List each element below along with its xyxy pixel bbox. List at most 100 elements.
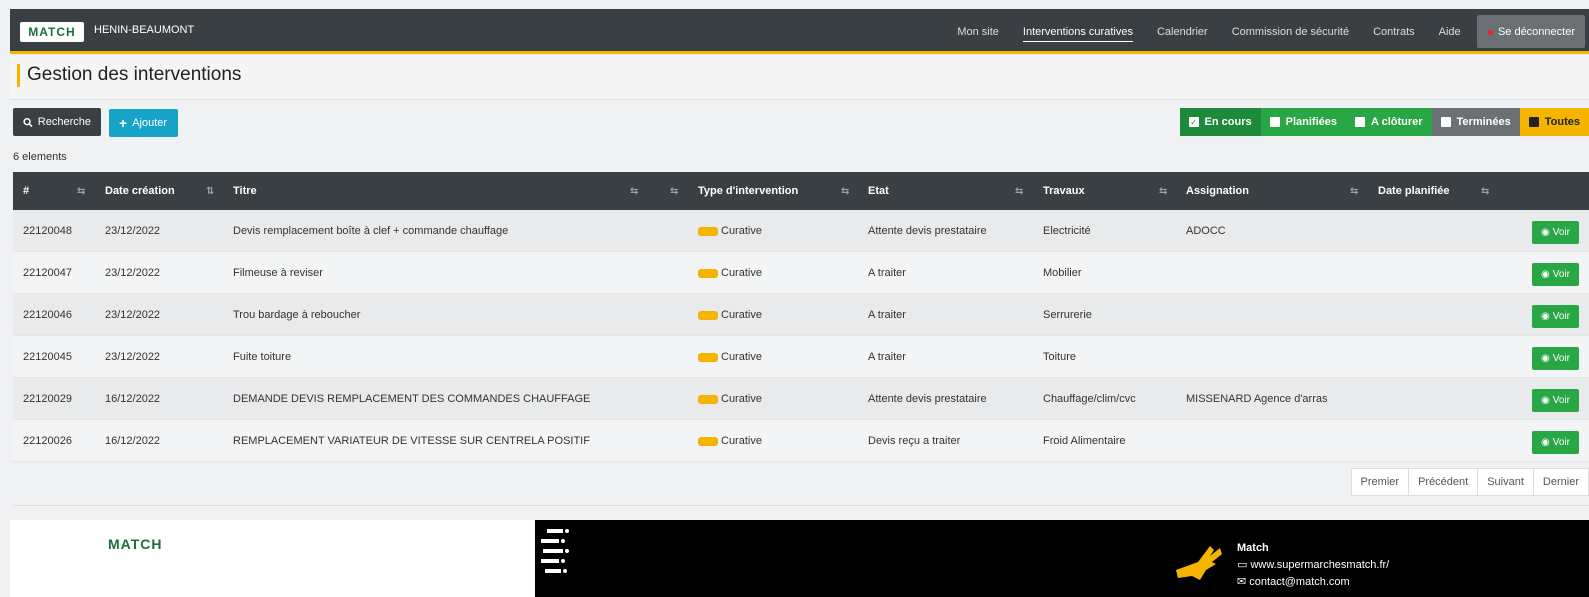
table-row[interactable]: 22120048 23/12/2022 Devis remplacement b…	[13, 210, 1589, 252]
view-button[interactable]: ◉ Voir	[1532, 389, 1579, 412]
cell-state: Attente devis prestataire	[868, 225, 987, 237]
page-title: Gestion des interventions	[27, 64, 242, 85]
cell-title: DEMANDE DEVIS REMPLACEMENT DES COMMANDES…	[233, 393, 591, 405]
envelope-icon: ✉	[1237, 576, 1250, 588]
type-label: Curative	[721, 351, 762, 363]
page-header: Gestion des interventions	[10, 56, 1589, 100]
page-first[interactable]: Premier	[1352, 469, 1409, 495]
filter-planifiees[interactable]: Planifiées	[1260, 108, 1346, 136]
view-button[interactable]: ◉ Voir	[1532, 431, 1579, 454]
cell-state: A traiter	[868, 309, 906, 321]
sort-icon[interactable]: ⇆	[630, 172, 638, 210]
plus-icon: +	[119, 115, 128, 131]
sort-desc-icon[interactable]: ⇅	[206, 172, 214, 210]
sort-icon[interactable]: ⇆	[77, 172, 85, 210]
checkbox-icon	[1440, 117, 1451, 127]
sort-icon[interactable]: ⇆	[670, 172, 678, 210]
sort-icon[interactable]: ⇆	[841, 172, 849, 210]
col-titre[interactable]: Titre	[233, 172, 257, 210]
cell-type: Curative	[698, 294, 762, 336]
cell-type: Curative	[698, 252, 762, 294]
eye-icon: ◉	[1541, 437, 1550, 448]
view-label: Voir	[1552, 437, 1570, 448]
col-assignation[interactable]: Assignation	[1186, 172, 1249, 210]
cell-works: Electricité	[1043, 225, 1091, 237]
footer-website-row[interactable]: ▭ www.supermarchesmatch.fr/	[1237, 557, 1389, 574]
cell-title: Fuite toiture	[233, 351, 292, 363]
checked-checkbox-icon: ✓	[1188, 117, 1199, 127]
type-label: Curative	[721, 393, 762, 405]
view-button[interactable]: ◉ Voir	[1532, 263, 1579, 286]
app-root: MATCH HENIN-BEAUMONT Mon site Interventi…	[0, 0, 1589, 597]
page-next[interactable]: Suivant	[1477, 469, 1533, 495]
filter-en-cours[interactable]: ✓ En cours	[1179, 108, 1261, 136]
nav-commission-securite[interactable]: Commission de sécurité	[1220, 9, 1361, 54]
eye-icon: ◉	[1541, 395, 1550, 406]
col-travaux[interactable]: Travaux	[1043, 172, 1085, 210]
table-row[interactable]: 22120046 23/12/2022 Trou bardage à rebou…	[13, 294, 1589, 336]
filter-toutes[interactable]: Toutes	[1519, 108, 1589, 136]
nav-mon-site[interactable]: Mon site	[945, 9, 1011, 54]
checkbox-icon	[1354, 117, 1365, 127]
cell-date: 23/12/2022	[105, 351, 161, 363]
nav-aide[interactable]: Aide	[1427, 9, 1473, 54]
footer-logo: MATCH	[108, 536, 163, 552]
table-row[interactable]: 22120026 16/12/2022 REMPLACEMENT VARIATE…	[13, 420, 1589, 462]
cell-date: 23/12/2022	[105, 267, 161, 279]
sort-icon[interactable]: ⇆	[1481, 172, 1489, 210]
table-header: # ⇆ Date création ⇅ Titre ⇆ ⇆ Type d'int…	[13, 172, 1589, 210]
filter-terminees[interactable]: Terminées	[1431, 108, 1520, 136]
search-label: Recherche	[37, 116, 91, 128]
search-button[interactable]: Recherche	[13, 108, 101, 136]
col-id[interactable]: #	[23, 172, 29, 210]
cell-title: REMPLACEMENT VARIATEUR DE VITESSE SUR CE…	[233, 435, 590, 447]
brand-logo[interactable]: MATCH	[20, 22, 84, 42]
footer-contact: Match ▭ www.supermarchesmatch.fr/ ✉ cont…	[1237, 540, 1389, 591]
page-previous[interactable]: Précédent	[1408, 469, 1477, 495]
view-button[interactable]: ◉ Voir	[1532, 305, 1579, 328]
moose-logo-icon	[1176, 546, 1222, 580]
cell-works: Toiture	[1043, 351, 1077, 363]
add-label: Ajouter	[132, 117, 168, 129]
type-badge	[698, 268, 718, 278]
type-label: Curative	[721, 309, 762, 321]
col-etat[interactable]: Etat	[868, 172, 889, 210]
view-button[interactable]: ◉ Voir	[1532, 347, 1579, 370]
filter-a-cloturer[interactable]: A clôturer	[1345, 108, 1432, 136]
nav-interventions-curatives[interactable]: Interventions curatives	[1011, 9, 1145, 54]
nav-calendrier[interactable]: Calendrier	[1145, 9, 1220, 54]
cell-type: Curative	[698, 210, 762, 252]
cell-type: Curative	[698, 378, 762, 420]
nav-contrats[interactable]: Contrats	[1361, 9, 1427, 54]
table-row[interactable]: 22120047 23/12/2022 Filmeuse à reviser C…	[13, 252, 1589, 294]
view-label: Voir	[1552, 227, 1570, 238]
checkbox-icon	[1528, 117, 1539, 127]
dots-logo-icon	[541, 529, 569, 573]
table-row[interactable]: 22120029 16/12/2022 DEMANDE DEVIS REMPLA…	[13, 378, 1589, 420]
cell-id: 22120045	[23, 351, 72, 363]
page-last[interactable]: Dernier	[1532, 469, 1588, 495]
sort-icon[interactable]: ⇆	[1015, 172, 1023, 210]
eye-icon: ◉	[1541, 353, 1550, 364]
view-button[interactable]: ◉ Voir	[1532, 221, 1579, 244]
filter-label: Planifiées	[1285, 116, 1337, 128]
cell-works: Froid Alimentaire	[1043, 435, 1126, 447]
col-date-planifiee[interactable]: Date planifiée	[1378, 172, 1450, 210]
footer-email-row[interactable]: ✉ contact@match.com	[1237, 574, 1389, 591]
type-badge	[698, 226, 718, 236]
col-date-creation[interactable]: Date création	[105, 172, 175, 210]
logo-text: MATCH	[28, 25, 76, 39]
sort-icon[interactable]: ⇆	[1350, 172, 1358, 210]
cell-date: 23/12/2022	[105, 309, 161, 321]
logout-button[interactable]: ● Se déconnecter	[1476, 15, 1585, 48]
table-row[interactable]: 22120045 23/12/2022 Fuite toiture Curati…	[13, 336, 1589, 378]
type-badge	[698, 352, 718, 362]
main-nav: Mon site Interventions curatives Calendr…	[945, 9, 1589, 54]
footer-divider	[13, 505, 1589, 506]
pagination: Premier Précédent Suivant Dernier	[1350, 468, 1589, 496]
type-label: Curative	[721, 225, 762, 237]
add-button[interactable]: + Ajouter	[109, 109, 178, 137]
sort-icon[interactable]: ⇆	[1159, 172, 1167, 210]
col-type[interactable]: Type d'intervention	[698, 172, 798, 210]
top-navbar: MATCH HENIN-BEAUMONT Mon site Interventi…	[10, 9, 1589, 54]
